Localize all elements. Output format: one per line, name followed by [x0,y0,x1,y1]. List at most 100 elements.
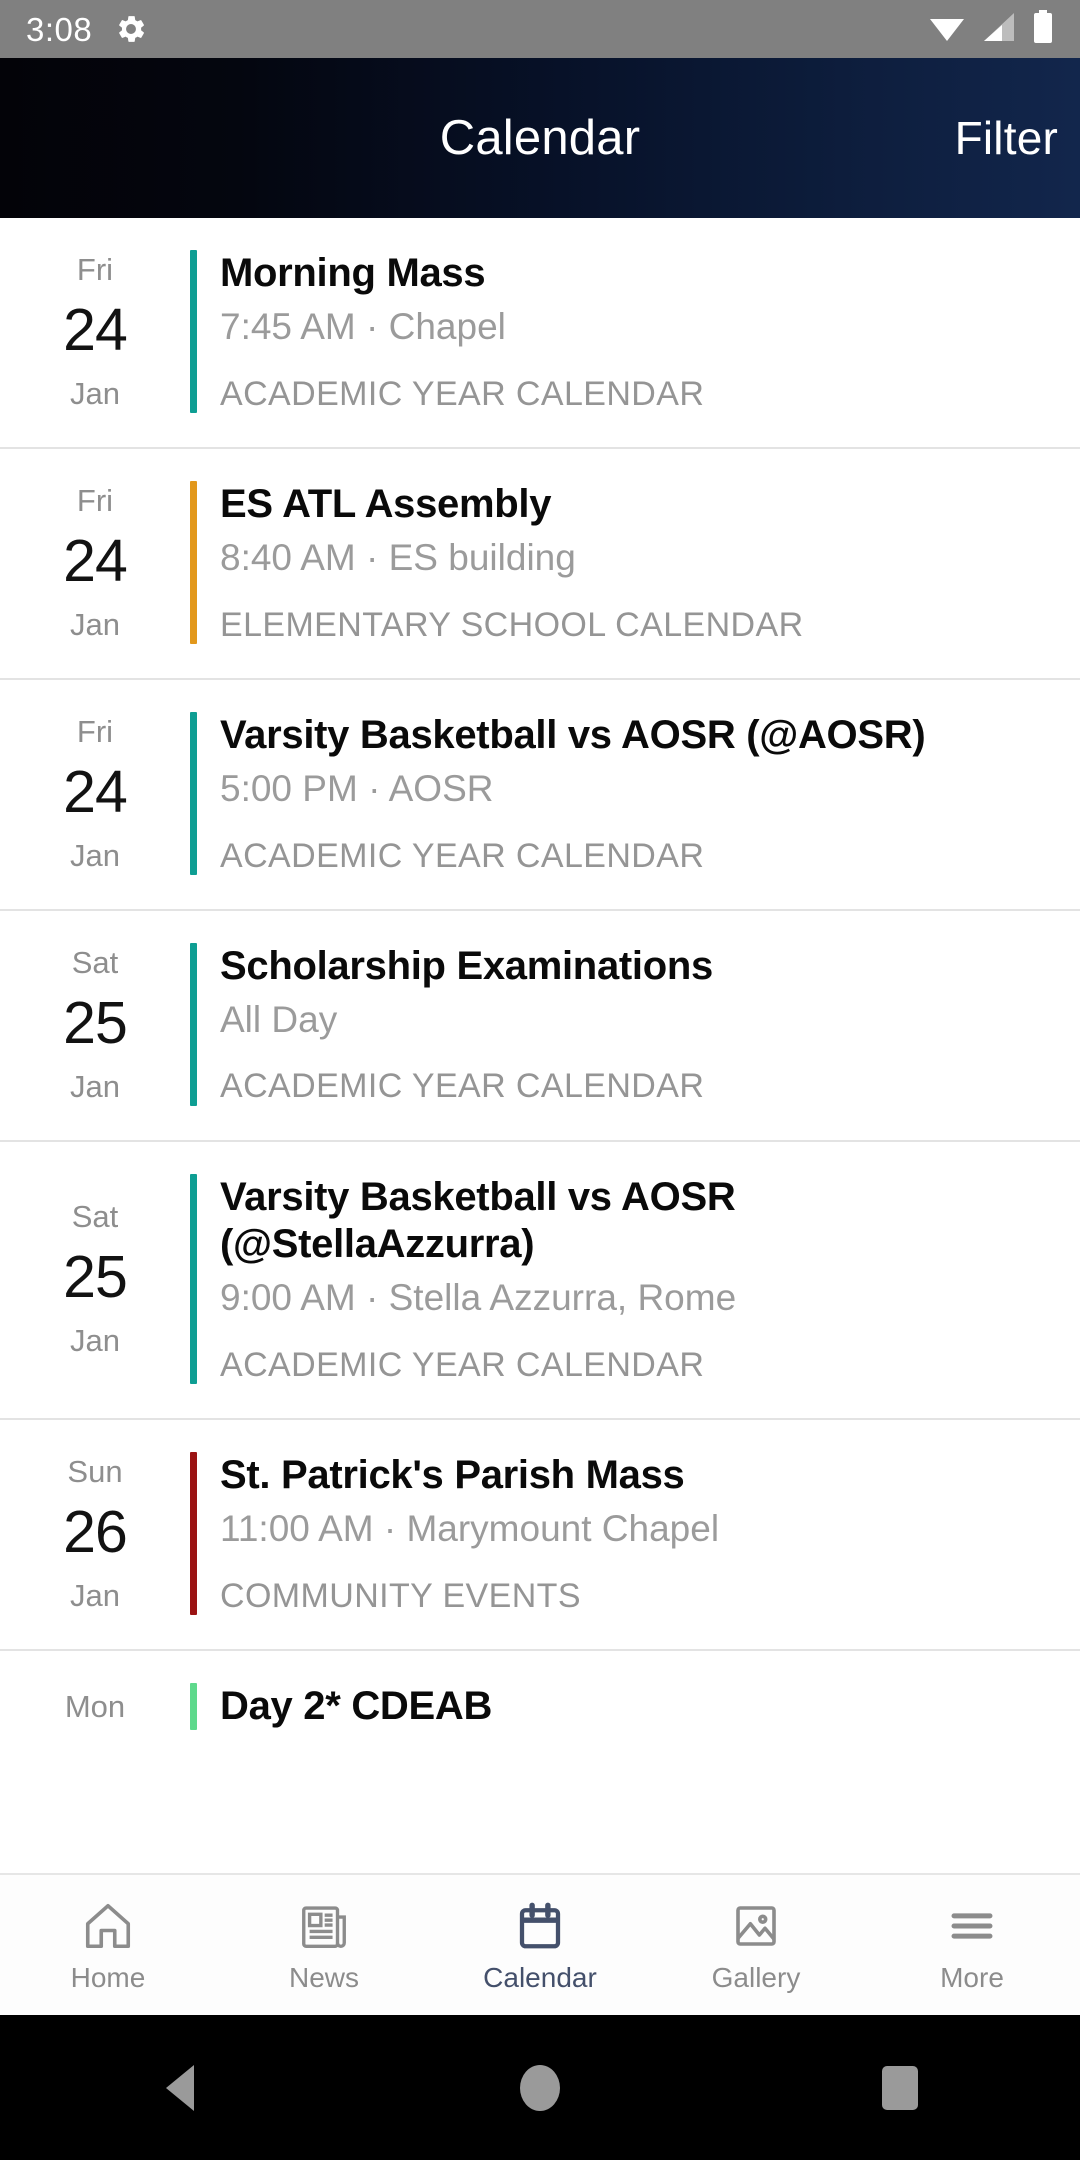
home-icon [81,1897,135,1953]
recents-square-icon [882,2065,918,2110]
app-header: Calendar Filter [0,58,1080,218]
event-month: Jan [70,837,120,873]
event-row[interactable]: Mon Day 2* CDEAB [0,1651,1080,1731]
nav-tab-news[interactable]: News [216,1897,432,1994]
newspaper-icon [297,1897,351,1953]
event-day-of-week: Fri [76,713,114,749]
nav-tab-gallery[interactable]: Gallery [648,1897,864,1994]
event-day-of-week: Sat [71,944,119,980]
event-time-location: 11:00 AM · Marymount Chapel [220,1508,720,1550]
event-accent-bar [190,480,197,644]
event-category: ELEMENTARY SCHOOL CALENDAR [220,605,804,644]
event-day-number: 24 [63,296,128,363]
event-day-number: 24 [63,758,128,825]
event-accent-bar [190,1683,197,1731]
nav-label-home: Home [70,1961,146,1993]
event-title: Varsity Basketball vs AOSR (@StellaAzzur… [220,1174,736,1267]
event-accent-bar [190,711,197,875]
event-month: Jan [70,1323,120,1359]
nav-label-calendar: Calendar [483,1961,597,1993]
hamburger-menu-icon [945,1897,999,1953]
event-category: ACADEMIC YEAR CALENDAR [220,374,705,413]
event-day-of-week: Fri [76,482,114,518]
page-title: Calendar [439,111,641,165]
event-title: ES ATL Assembly [220,481,552,526]
nav-tab-home[interactable]: Home [0,1897,216,1994]
event-category: ACADEMIC YEAR CALENDAR [220,1067,705,1106]
event-row[interactable]: Fri 24 Jan Varsity Basketball vs AOSR (@… [0,679,1080,911]
event-accent-bar [190,250,197,413]
event-day-of-week: Mon [64,1689,126,1725]
event-title: Day 2* CDEAB [220,1684,493,1728]
event-day-number: 24 [63,527,128,594]
event-date: Sat 25 Jan [0,943,190,1106]
nav-tab-more[interactable]: More [864,1897,1080,1994]
event-month: Jan [70,606,120,642]
event-date: Sat 25 Jan [0,1174,190,1384]
back-triangle-icon [166,2064,194,2111]
event-date: Mon [0,1683,190,1730]
filter-button[interactable]: Filter [955,111,1058,165]
event-title: Morning Mass [220,251,486,295]
event-day-of-week: Sat [71,1199,119,1235]
event-date: Fri 24 Jan [0,250,190,413]
event-category: ACADEMIC YEAR CALENDAR [220,1345,705,1384]
event-details: Day 2* CDEAB [220,1683,1080,1730]
system-home-button[interactable] [480,2015,600,2160]
status-bar-clock: 3:08 [26,10,93,48]
event-accent-bar [190,1452,197,1615]
event-row[interactable]: Sat 25 Jan Varsity Basketball vs AOSR (@… [0,1141,1080,1421]
event-details: St. Patrick's Parish Mass 11:00 AM · Mar… [220,1452,1080,1615]
event-details: Scholarship Examinations All Day ACADEMI… [220,943,1080,1106]
event-title: Varsity Basketball vs AOSR (@AOSR) [220,712,926,757]
nav-tab-calendar[interactable]: Calendar [432,1897,648,1994]
status-bar: 3:08 [0,0,1080,58]
event-date: Fri 24 Jan [0,712,190,875]
event-title: St. Patrick's Parish Mass [220,1453,685,1498]
event-details: Varsity Basketball vs AOSR (@StellaAzzur… [220,1174,1080,1384]
event-row[interactable]: Fri 24 Jan ES ATL Assembly 8:40 AM · ES … [0,448,1080,680]
event-month: Jan [70,375,120,411]
event-details: Varsity Basketball vs AOSR (@AOSR) 5:00 … [220,712,1080,875]
home-circle-icon [520,2064,560,2111]
event-month: Jan [70,1068,120,1104]
event-accent-bar [190,942,197,1106]
event-row[interactable]: Sun 26 Jan St. Patrick's Parish Mass 11:… [0,1420,1080,1651]
phone-screen: 3:08 Calendar Filter Fri 24 Jan Morning … [0,0,1080,2160]
event-category: COMMUNITY EVENTS [220,1576,581,1615]
system-back-button[interactable] [120,2015,240,2160]
event-time-location: 8:40 AM · ES building [220,537,576,579]
event-day-number: 25 [63,989,128,1056]
nav-label-news: News [288,1961,359,1993]
nav-label-more: More [940,1961,1004,1993]
event-category: ACADEMIC YEAR CALENDAR [220,836,705,875]
system-recents-button[interactable] [840,2015,960,2160]
event-list[interactable]: Fri 24 Jan Morning Mass 7:45 AM · Chapel… [0,218,1080,1873]
battery-icon [1032,9,1054,49]
event-date: Fri 24 Jan [0,481,190,644]
event-accent-bar [190,1173,197,1385]
event-month: Jan [70,1578,120,1614]
event-row[interactable]: Fri 24 Jan Morning Mass 7:45 AM · Chapel… [0,218,1080,449]
gear-icon [114,12,148,46]
image-icon [729,1897,783,1953]
event-day-number: 26 [63,1499,128,1566]
event-time-location: All Day [220,999,338,1041]
event-time-location: 5:00 PM · AOSR [220,768,494,810]
status-bar-icons [928,9,1054,49]
event-time-location: 7:45 AM · Chapel [220,306,506,348]
event-title: Scholarship Examinations [220,943,713,988]
event-details: ES ATL Assembly 8:40 AM · ES building EL… [220,481,1080,644]
event-details: Morning Mass 7:45 AM · Chapel ACADEMIC Y… [220,250,1080,413]
android-system-nav [0,2015,1080,2160]
event-day-of-week: Sun [67,1454,123,1490]
event-time-location: 9:00 AM · Stella Azzurra, Rome [220,1277,737,1319]
calendar-icon [513,1897,567,1953]
cell-signal-icon [982,11,1016,48]
bottom-navigation: Home News Calendar Gallery More [0,1873,1080,2015]
wifi-icon [928,11,966,48]
event-day-of-week: Fri [76,251,114,287]
nav-label-gallery: Gallery [711,1961,801,1993]
event-day-number: 25 [63,1244,128,1311]
event-row[interactable]: Sat 25 Jan Scholarship Examinations All … [0,910,1080,1142]
